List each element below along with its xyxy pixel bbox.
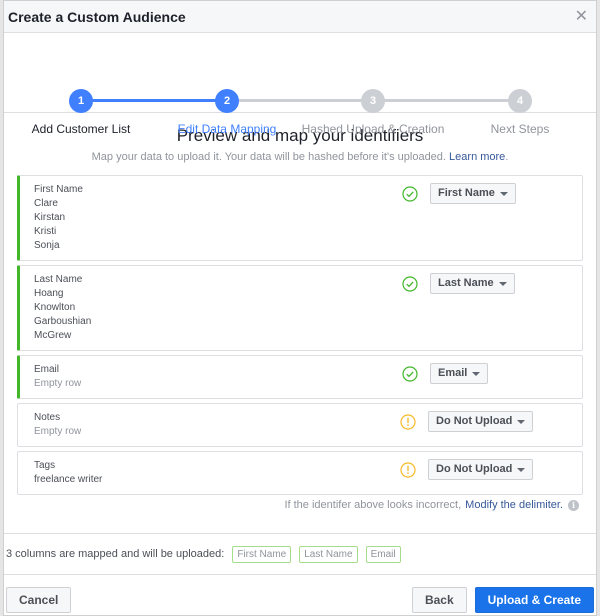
row-mapping: Last Name — [402, 273, 515, 294]
caret-down-icon — [517, 467, 526, 472]
step-3: 3 Hashed Upload & Creation — [293, 89, 453, 136]
mapping-rows: First Name Clare Kirstan Kristi Sonja First N… — [17, 175, 583, 495]
empty-row-label: Empty row — [34, 426, 82, 437]
row-value: Hoang — [34, 288, 64, 299]
dialog-footer: Cancel Back Upload & Create — [4, 587, 596, 615]
caret-down-icon — [499, 191, 508, 196]
row-value: Kirstan — [34, 212, 66, 223]
mapping-dropdown[interactable]: Do Not Upload — [428, 459, 534, 480]
step-number: 4 — [508, 89, 532, 113]
close-icon[interactable]: ✕ — [573, 7, 590, 27]
row-value: Clare — [34, 198, 58, 209]
row-value: Knowlton — [34, 302, 76, 313]
dropdown-value: Email — [438, 367, 468, 379]
column-header: Notes — [34, 412, 61, 423]
step-label: Hashed Upload & Creation — [301, 122, 445, 136]
step-label: Next Steps — [490, 122, 550, 136]
row-mapping: Do Not Upload — [400, 411, 534, 432]
dropdown-value: Do Not Upload — [436, 415, 513, 427]
mapping-row: Last Name Hoang Knowlton Garboushian McGrew L… — [17, 265, 583, 351]
row-value: Garboushian — [34, 316, 92, 327]
row-mapping: Email — [402, 363, 489, 384]
mapping-row: Email Empty row Email — [17, 355, 583, 399]
back-button[interactable]: Back — [411, 587, 467, 613]
mapping-row: First Name Clare Kirstan Kristi Sonja First N… — [17, 175, 583, 261]
delimiter-note: If the identifer above looks incorrect, … — [17, 499, 583, 511]
summary-text: 3 columns are mapped and will be uploade… — [6, 548, 225, 560]
step-4: 4 Next Steps — [440, 89, 600, 136]
step-number: 3 — [361, 89, 385, 113]
row-preview: Notes Empty row — [34, 411, 81, 439]
progress-stepper: 1 Add Customer List 2 Edit Data Mapping 3 Has… — [4, 33, 596, 136]
mapped-chip: First Name — [232, 545, 292, 563]
mapped-summary: 3 columns are mapped and will be uploade… — [4, 533, 596, 575]
column-header: Email — [34, 364, 60, 375]
mapping-row: Notes Empty row Do Not Upload — [17, 403, 583, 447]
check-circle-icon — [402, 186, 418, 202]
column-header: Last Name — [34, 274, 83, 285]
row-preview: Tags freelance writer — [34, 459, 102, 487]
dialog-header: Create a Custom Audience ✕ — [4, 1, 596, 33]
row-mapping: First Name — [402, 183, 516, 204]
mapped-chip: Email — [365, 545, 401, 563]
row-value: freelance writer — [34, 474, 103, 485]
mapping-dropdown[interactable]: First Name — [430, 183, 516, 204]
row-value: Sonja — [34, 240, 60, 251]
cancel-button[interactable]: Cancel — [6, 587, 72, 613]
dropdown-value: Do Not Upload — [436, 463, 513, 475]
subtitle-period: . — [505, 151, 509, 163]
dialog-title: Create a Custom Audience — [8, 8, 186, 25]
row-mapping: Do Not Upload — [400, 459, 534, 480]
custom-audience-dialog: Create a Custom Audience ✕ 1 Add Customer… — [3, 0, 597, 616]
row-value: Kristi — [34, 226, 57, 237]
step-number: 1 — [69, 89, 93, 113]
dropdown-value: Last Name — [438, 277, 494, 289]
step-number: 2 — [215, 89, 239, 113]
mapping-dropdown[interactable]: Email — [430, 363, 489, 384]
row-value: McGrew — [34, 330, 72, 341]
section-subtitle: Map your data to upload it. Your data wi… — [17, 151, 583, 163]
mapping-dropdown[interactable]: Last Name — [430, 273, 515, 294]
dropdown-value: First Name — [438, 187, 495, 199]
warning-circle-icon — [400, 414, 416, 430]
upload-create-button[interactable]: Upload & Create — [474, 587, 594, 613]
column-header: First Name — [34, 184, 83, 195]
mapped-chip: Last Name — [299, 545, 358, 563]
row-preview: Email Empty row — [34, 363, 81, 391]
delimiter-text: If the identifer above looks incorrect, — [284, 499, 462, 511]
check-circle-icon — [402, 366, 418, 382]
step-label: Add Customer List — [31, 122, 131, 136]
row-preview: Last Name Hoang Knowlton Garboushian McGrew — [34, 273, 91, 343]
row-preview: First Name Clare Kirstan Kristi Sonja — [34, 183, 83, 253]
mapping-dropdown[interactable]: Do Not Upload — [428, 411, 534, 432]
column-header: Tags — [34, 460, 56, 471]
warning-circle-icon — [400, 462, 416, 478]
info-icon[interactable]: i — [568, 499, 579, 511]
caret-down-icon — [517, 419, 526, 424]
check-circle-icon — [402, 276, 418, 292]
step-1: 1 Add Customer List — [1, 89, 161, 136]
caret-down-icon — [498, 281, 507, 286]
learn-more-link[interactable]: Learn more — [449, 151, 505, 163]
step-label: Edit Data Mapping — [177, 122, 277, 136]
empty-row-label: Empty row — [34, 378, 82, 389]
subtitle-text: Map your data to upload it. Your data wi… — [91, 151, 446, 163]
mapping-row: Tags freelance writer Do Not Upload — [17, 451, 583, 495]
step-2: 2 Edit Data Mapping — [147, 89, 307, 136]
modify-delimiter-link[interactable]: Modify the delimiter. — [465, 499, 563, 511]
caret-down-icon — [472, 371, 481, 376]
